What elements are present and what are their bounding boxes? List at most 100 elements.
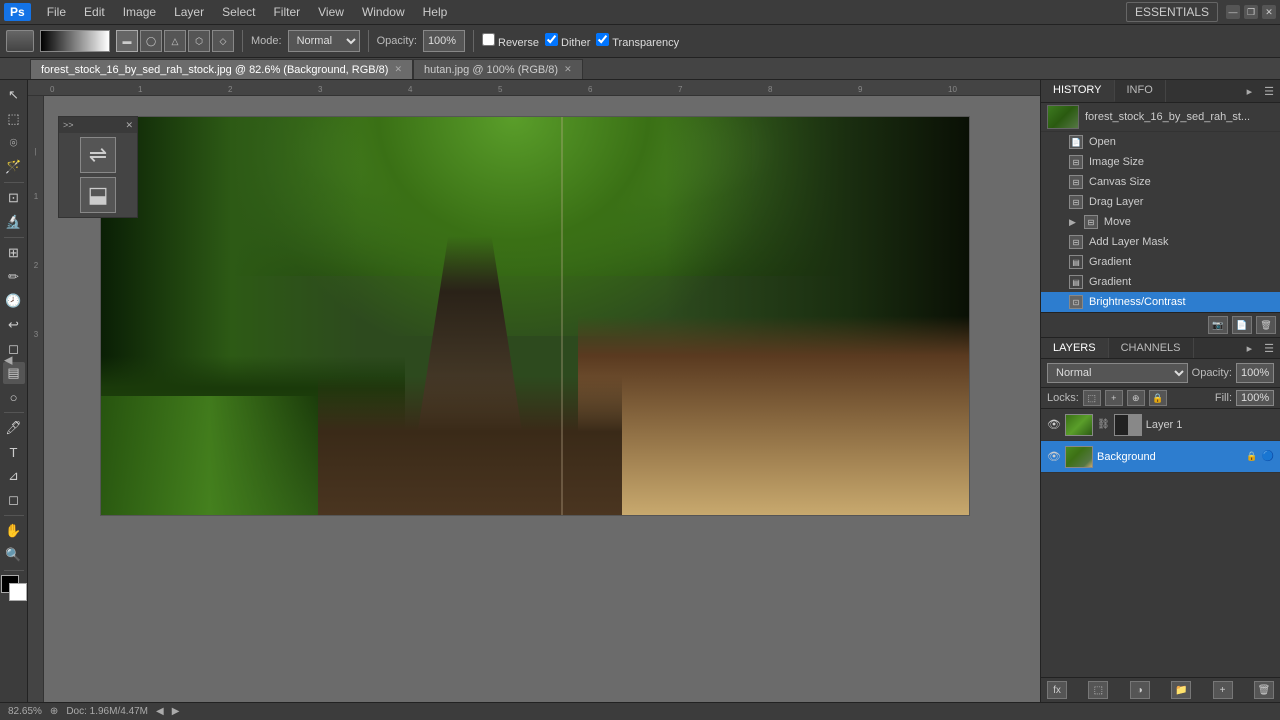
layers-panel-menu[interactable]: ☰ [1258, 340, 1280, 357]
history-item-canvassize[interactable]: ⊟ Canvas Size [1041, 172, 1280, 192]
history-new-snapshot[interactable]: 📷 [1208, 316, 1228, 334]
layer-group-button[interactable]: 📁 [1171, 681, 1191, 699]
history-item-imagesize[interactable]: ⊟ Image Size [1041, 152, 1280, 172]
history-panel-collapse[interactable]: ▸ [1241, 83, 1259, 100]
layer-item-layer1[interactable]: 👁 ⛓ Layer 1 [1041, 409, 1280, 441]
tool-quickselect[interactable]: 🪄 [3, 156, 25, 178]
layer-new-button[interactable]: + [1213, 681, 1233, 699]
zoom-icon[interactable]: ⊕ [50, 706, 58, 717]
menu-file[interactable]: File [39, 3, 74, 21]
history-item-gradient2[interactable]: ▤ Gradient [1041, 272, 1280, 292]
restore-button[interactable]: ❐ [1244, 5, 1258, 19]
reverse-checkbox[interactable] [482, 33, 495, 46]
float-panel-titlebar[interactable]: >> ✕ [59, 117, 137, 133]
tool-brush[interactable]: ✏ [3, 266, 25, 288]
history-item-addmask[interactable]: ⊟ Add Layer Mask [1041, 232, 1280, 252]
close-button[interactable]: ✕ [1262, 5, 1276, 19]
tool-crop[interactable]: ⊡ [3, 187, 25, 209]
gradient-preview[interactable] [40, 30, 110, 52]
gradient-radial[interactable]: ◯ [140, 30, 162, 52]
tool-clone[interactable]: 🕗 [3, 290, 25, 312]
history-icon-open: 📄 [1069, 135, 1083, 149]
history-item-open[interactable]: 📄 Open [1041, 132, 1280, 152]
canvas-area[interactable]: 0 1 2 3 4 5 6 7 8 9 10 | 1 2 3 >> ✕ [28, 80, 1040, 702]
layers-tab[interactable]: LAYERS [1041, 338, 1109, 358]
lock-pixels[interactable]: ⬚ [1083, 390, 1101, 406]
history-new-document[interactable]: 📄 [1232, 316, 1252, 334]
lock-all[interactable]: 🔒 [1149, 390, 1167, 406]
background-color[interactable] [9, 583, 27, 601]
menu-view[interactable]: View [310, 3, 352, 21]
info-tab[interactable]: INFO [1115, 80, 1166, 102]
essentials-button[interactable]: ESSENTIALS [1126, 2, 1218, 22]
canvas-image[interactable] [100, 116, 970, 516]
layer-item-background[interactable]: 👁 Background 🔒 🔵 [1041, 441, 1280, 473]
separator-3 [473, 30, 474, 52]
gradient-angle[interactable]: △ [164, 30, 186, 52]
tab-scroll-left[interactable]: ◀ [4, 354, 12, 367]
tool-marquee[interactable]: ⬚ [3, 108, 25, 130]
opacity-input-layers[interactable] [1236, 363, 1274, 383]
tool-shape[interactable]: ◻ [3, 489, 25, 511]
history-item-brightness[interactable]: ⊡ Brightness/Contrast [1041, 292, 1280, 312]
opacity-input[interactable] [423, 30, 465, 52]
lock-position-move[interactable]: + [1105, 390, 1123, 406]
history-delete[interactable]: 🗑 [1256, 316, 1276, 334]
tab-hutan[interactable]: hutan.jpg @ 100% (RGB/8) ✕ [413, 59, 583, 79]
history-panel-menu[interactable]: ☰ [1258, 83, 1280, 100]
tool-patch[interactable]: ⊞ [3, 242, 25, 264]
minimize-button[interactable]: — [1226, 5, 1240, 19]
tool-pen[interactable]: 🖊 [3, 417, 25, 439]
tool-dodge[interactable]: ○ [3, 386, 25, 408]
tab-forest[interactable]: forest_stock_16_by_sed_rah_stock.jpg @ 8… [30, 59, 413, 79]
menu-edit[interactable]: Edit [76, 3, 113, 21]
gradient-diamond[interactable]: ◇ [212, 30, 234, 52]
tool-move[interactable]: ↖ [3, 84, 25, 106]
gradient-linear[interactable]: ▬ [116, 30, 138, 52]
lock-artboard[interactable]: ⊕ [1127, 390, 1145, 406]
menu-image[interactable]: Image [115, 3, 164, 21]
tool-eyedropper[interactable]: 🔬 [3, 211, 25, 233]
fill-input[interactable] [1236, 390, 1274, 406]
layers-panel-collapse[interactable]: ▸ [1241, 340, 1259, 357]
menu-select[interactable]: Select [214, 3, 263, 21]
layer-fx-button[interactable]: fx [1047, 681, 1067, 699]
history-item-gradient1[interactable]: ▤ Gradient [1041, 252, 1280, 272]
tool-text[interactable]: T [3, 441, 25, 463]
history-snapshot[interactable]: forest_stock_16_by_sed_rah_st... [1041, 103, 1280, 132]
tab-hutan-close[interactable]: ✕ [564, 64, 572, 75]
background-eye[interactable]: 👁 [1047, 450, 1061, 463]
tool-path[interactable]: ⊿ [3, 465, 25, 487]
menu-window[interactable]: Window [354, 3, 413, 21]
history-item-draglayer[interactable]: ⊟ Drag Layer [1041, 192, 1280, 212]
blend-mode-dropdown[interactable]: Normal Dissolve Multiply [1047, 363, 1188, 383]
float-panel-close[interactable]: ✕ [125, 120, 133, 131]
color-boxes [1, 575, 27, 603]
tool-hand[interactable]: ✋ [3, 520, 25, 542]
menu-layer[interactable]: Layer [166, 3, 212, 21]
channels-tab[interactable]: CHANNELS [1109, 338, 1194, 358]
mode-dropdown[interactable]: Normal Dissolve Multiply [288, 30, 360, 52]
status-arrow-right[interactable]: ▶ [172, 706, 180, 717]
layer1-eye[interactable]: 👁 [1047, 418, 1061, 431]
history-move-arrow: ▶ [1069, 217, 1076, 228]
tool-lasso[interactable]: ⌾ [3, 132, 25, 154]
tab-forest-label: forest_stock_16_by_sed_rah_stock.jpg @ 8… [41, 64, 388, 76]
layer-adjustment-button[interactable]: ◑ [1130, 681, 1150, 699]
status-arrow-left[interactable]: ◀ [156, 706, 164, 717]
menu-help[interactable]: Help [415, 3, 456, 21]
float-tool-options[interactable]: ⬓ [80, 177, 116, 213]
menu-filter[interactable]: Filter [265, 3, 308, 21]
layer-mask-button[interactable]: ⬚ [1088, 681, 1108, 699]
history-tab[interactable]: HISTORY [1041, 80, 1115, 102]
float-tool-gradient[interactable]: ⇌ [80, 137, 116, 173]
brush-preview[interactable] [6, 30, 34, 52]
gradient-reflected[interactable]: ⬡ [188, 30, 210, 52]
dither-checkbox[interactable] [545, 33, 558, 46]
history-item-move[interactable]: ▶ ⊟ Move [1041, 212, 1280, 232]
tool-zoom[interactable]: 🔍 [3, 544, 25, 566]
transparency-checkbox[interactable] [596, 33, 609, 46]
tab-forest-close[interactable]: ✕ [394, 64, 402, 75]
tool-history-brush[interactable]: ↩ [3, 314, 25, 336]
layer-delete-button[interactable]: 🗑 [1254, 681, 1274, 699]
